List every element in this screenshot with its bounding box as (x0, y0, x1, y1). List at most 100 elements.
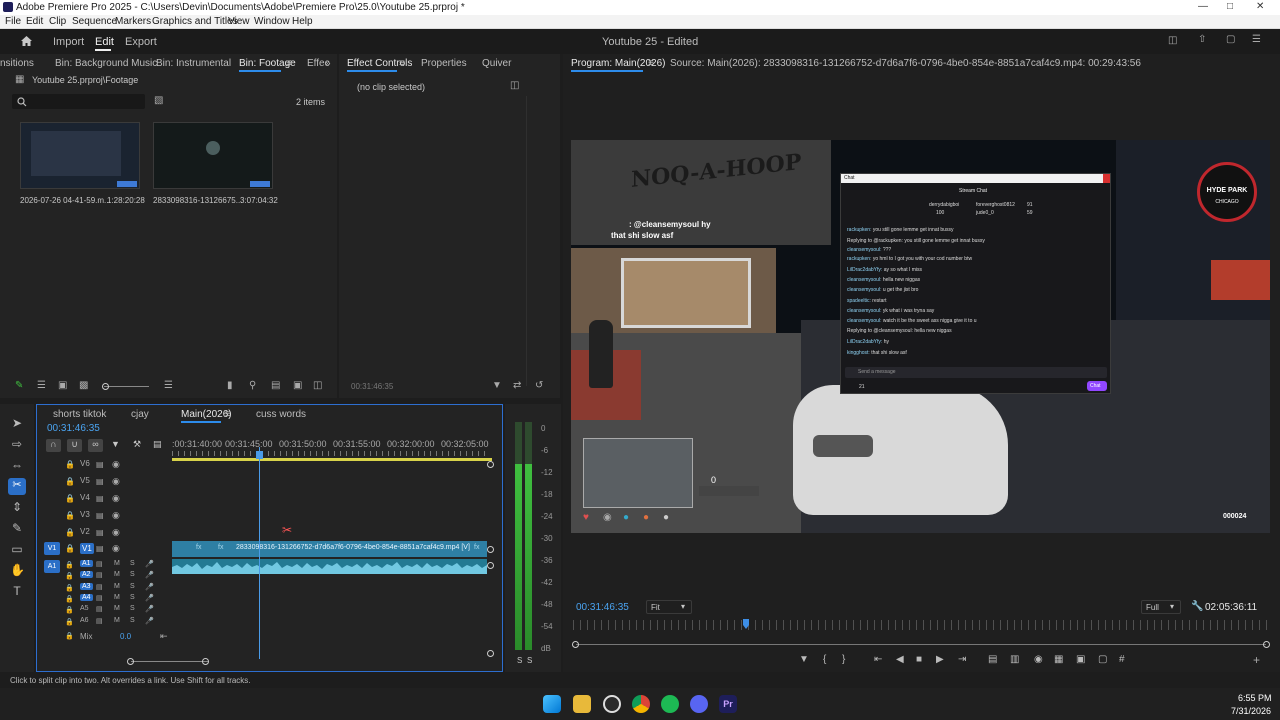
captions-icon[interactable]: ▤ (153, 439, 162, 450)
tab-menu-icon[interactable]: ≡ (225, 409, 231, 420)
lock-icon[interactable]: 🔒 (65, 618, 74, 626)
menu-graphics-titles[interactable]: Graphics and Titles (152, 16, 238, 27)
lock-icon[interactable]: 🔒 (65, 561, 74, 569)
eye-icon[interactable]: ◉ (112, 510, 120, 521)
sync-lock-icon[interactable]: ▤ (96, 511, 104, 520)
fit-dropdown[interactable]: Fit ▾ (646, 600, 692, 614)
close-icon[interactable]: ✕ (1256, 1, 1264, 12)
export-icon[interactable]: ⇄ (513, 380, 521, 391)
eye-icon[interactable]: ◉ (112, 543, 120, 554)
menu-edit[interactable]: Edit (26, 16, 43, 27)
solo-button[interactable]: S (130, 583, 135, 590)
tab-cjay[interactable]: cjay (131, 409, 149, 420)
nav-import[interactable]: Import (53, 36, 84, 48)
track-label[interactable]: A1 (80, 560, 93, 567)
add-marker-icon[interactable]: ▼ (799, 654, 809, 665)
proxy-icon[interactable]: # (1119, 654, 1125, 665)
track-label[interactable]: V4 (80, 493, 90, 502)
step-back-icon[interactable]: ◀ (896, 654, 904, 665)
solo-button[interactable]: S (130, 560, 135, 567)
new-bin-bottom-icon[interactable]: ▤ (271, 380, 280, 391)
track-end-handle-a1[interactable] (487, 562, 494, 569)
work-area-end-handle[interactable] (487, 461, 494, 468)
lock-icon[interactable]: 🔒 (65, 460, 75, 469)
mark-in-icon[interactable]: { (823, 654, 826, 665)
selection-tool-icon[interactable]: ➤ (10, 416, 24, 430)
safe-margins-icon[interactable]: ▢ (1098, 654, 1107, 665)
minimize-icon[interactable]: — (1198, 1, 1208, 12)
menu-icon[interactable]: ☰ (1252, 34, 1261, 45)
premiere-taskbar-icon[interactable]: Pr (719, 695, 737, 713)
track-label[interactable]: A5 (80, 605, 89, 612)
new-bin-icon[interactable]: ▧ (154, 95, 163, 106)
track-label[interactable]: A3 (80, 582, 93, 590)
lock-icon[interactable]: 🔒 (65, 494, 75, 503)
freeform-view-icon[interactable]: ▩ (79, 380, 88, 391)
work-area-bar[interactable] (172, 458, 492, 461)
eye-icon[interactable]: ◉ (112, 493, 120, 504)
fullscreen-icon[interactable]: ▢ (1226, 34, 1235, 45)
lift-icon[interactable]: ▤ (988, 654, 997, 665)
home-icon[interactable] (20, 35, 33, 47)
trash-icon[interactable]: ◫ (313, 380, 322, 391)
tab-menu-icon[interactable]: ≡ (286, 58, 292, 69)
microphone-icon[interactable]: 🎤 (145, 605, 154, 613)
lock-icon[interactable]: 🔒 (65, 606, 74, 614)
tabs-overflow-icon[interactable]: » (325, 58, 331, 69)
comparison-icon[interactable]: ▦ (1054, 654, 1063, 665)
new-item-icon[interactable]: ▣ (293, 380, 302, 391)
menu-file[interactable]: File (5, 16, 21, 27)
menu-window[interactable]: Window (254, 16, 290, 27)
mute-button[interactable]: M (114, 583, 120, 590)
solo-button[interactable]: S (130, 617, 135, 624)
lock-icon[interactable]: 🔒 (65, 477, 75, 486)
share-icon[interactable]: ⇧ (1198, 34, 1206, 45)
lock-icon[interactable]: 🔒 (65, 572, 74, 580)
workspaces-icon[interactable]: ◫ (1168, 35, 1177, 46)
menu-help[interactable]: Help (292, 16, 313, 27)
microphone-icon[interactable]: 🎤 (145, 560, 154, 568)
stop-icon[interactable]: ■ (916, 654, 922, 665)
mute-button[interactable]: M (114, 605, 120, 612)
solo-right[interactable]: S (527, 656, 532, 665)
source-patch-v1[interactable]: V1 (44, 542, 60, 555)
mark-out-icon[interactable]: } (842, 654, 845, 665)
mute-button[interactable]: M (114, 560, 120, 567)
tab-quiver[interactable]: Quiver (482, 58, 511, 69)
lock-icon[interactable]: 🔒 (65, 584, 74, 592)
sync-lock-icon[interactable]: ▤ (96, 494, 104, 503)
source-patch-a1[interactable]: A1 (44, 560, 60, 573)
track-label[interactable]: V6 (80, 459, 90, 468)
nav-export[interactable]: Export (125, 36, 157, 48)
tab-transitions[interactable]: nsitions (0, 58, 34, 69)
video-clip-v1[interactable]: fx fx 2833098316-131266752-d7d6a7f6-0796… (172, 541, 487, 557)
pen-tool-icon[interactable]: ✎ (10, 521, 24, 535)
tab-menu-icon[interactable]: ≡ (399, 58, 405, 69)
settings-wrench-icon[interactable]: ⚒ (133, 439, 141, 450)
loop-icon[interactable]: ↺ (535, 380, 543, 391)
step-forward-icon[interactable]: ▶ (936, 654, 944, 665)
menu-clip[interactable]: Clip (49, 16, 66, 27)
ripple-edit-tool-icon[interactable]: ⇔ (10, 458, 24, 472)
maximize-icon[interactable]: □ (1227, 1, 1233, 12)
search-input[interactable] (12, 94, 145, 109)
wrench-icon[interactable]: 🔧 (1191, 601, 1203, 612)
sync-lock-icon[interactable]: ▤ (96, 571, 103, 579)
quality-dropdown[interactable]: Full ▾ (1141, 600, 1181, 614)
extract-icon[interactable]: ▥ (1010, 654, 1019, 665)
tab-menu-icon[interactable]: ≡ (648, 58, 654, 69)
sync-lock-icon[interactable]: ▤ (96, 605, 103, 613)
timeline-scrollbar[interactable] (131, 661, 208, 662)
sync-lock-icon[interactable]: ▤ (96, 617, 103, 625)
track-label[interactable]: A6 (80, 617, 89, 624)
razor-tool-icon[interactable]: ✂ (8, 478, 26, 495)
snap-icon[interactable]: ∪ (67, 439, 82, 452)
microphone-icon[interactable]: 🎤 (145, 583, 154, 591)
automate-icon[interactable]: ▮ (227, 380, 233, 391)
lock-icon[interactable]: 🔒 (65, 595, 74, 603)
tab-cuss-words[interactable]: cuss words (256, 409, 306, 420)
tab-main-2026[interactable]: Main(2026) (181, 409, 232, 420)
menu-markers[interactable]: Markers (115, 16, 151, 27)
nest-toggle-icon[interactable]: ∩ (46, 439, 61, 452)
list-view-icon[interactable]: ☰ (37, 380, 46, 391)
